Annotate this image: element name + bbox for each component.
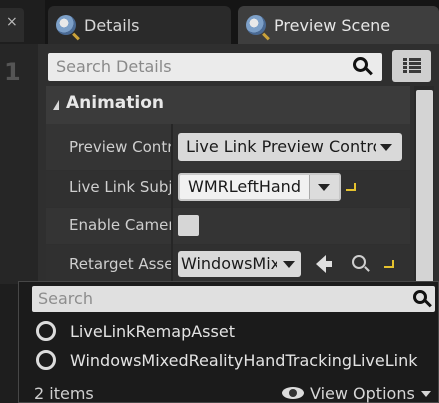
asset-list-item[interactable]: LiveLinkRemapAsset — [36, 320, 436, 342]
scrollbar-thumb[interactable] — [416, 90, 433, 286]
asset-list-item[interactable]: WindowsMixedRealityHandTrackingLiveLink — [36, 349, 436, 371]
chevron-down-icon[interactable] — [421, 391, 431, 397]
viewport-number: 1 — [4, 58, 21, 86]
search-details-placeholder: Search Details — [56, 57, 172, 76]
retarget-asset-value: WindowsMixe — [181, 254, 277, 273]
asset-item-label: WindowsMixedRealityHandTrackingLiveLink — [70, 350, 418, 370]
asset-search-placeholder: Search — [38, 289, 93, 308]
tab-details-label: Details — [84, 15, 140, 35]
details-icon — [56, 15, 76, 35]
reset-to-default-icon[interactable] — [346, 181, 358, 193]
asset-item-label: LiveLinkRemapAsset — [70, 321, 235, 341]
column-divider[interactable] — [171, 124, 173, 284]
view-options-button[interactable]: View Options — [310, 384, 415, 403]
preview-controller-dropdown[interactable]: Live Link Preview Contro — [178, 133, 402, 161]
enable-camera-checkbox[interactable] — [178, 215, 199, 236]
search-icon — [413, 290, 427, 304]
details-icon — [246, 15, 266, 35]
retarget-asset-dropdown[interactable]: WindowsMixe — [178, 251, 301, 277]
chevron-down-icon — [380, 144, 392, 151]
search-details-input[interactable]: Search Details — [48, 53, 382, 81]
tab-preview-scene[interactable]: Preview Scene — [238, 6, 439, 44]
close-icon[interactable]: × — [6, 14, 18, 30]
tab-preview-scene-label: Preview Scene — [274, 15, 391, 35]
preview-controller-value: Live Link Preview Contro — [186, 137, 376, 156]
chevron-down-icon — [318, 184, 330, 191]
eye-icon[interactable] — [282, 387, 304, 399]
chevron-down-icon — [283, 261, 295, 268]
asset-search-input[interactable]: Search — [32, 286, 435, 312]
collapse-arrow-icon — [53, 100, 59, 110]
category-header-animation[interactable]: Animation — [46, 86, 410, 124]
live-link-subject-dropdown-button[interactable] — [309, 175, 339, 199]
search-icon — [352, 255, 366, 269]
live-link-subject-combo[interactable]: WMRLeftHand — [178, 173, 341, 201]
property-label-preview-controller: Preview Contr — [69, 138, 171, 156]
use-selected-asset-icon[interactable] — [316, 255, 332, 273]
property-matrix-button[interactable] — [392, 50, 431, 82]
property-label-live-link-subject: Live Link Subj — [69, 178, 171, 196]
live-link-subject-value[interactable]: WMRLeftHand — [188, 175, 308, 199]
tab-details[interactable]: Details — [48, 6, 231, 44]
radio-icon[interactable] — [36, 350, 56, 370]
item-count: 2 items — [34, 384, 94, 403]
property-label-retarget-asset: Retarget Asset — [69, 255, 171, 273]
reset-to-default-icon[interactable] — [384, 258, 396, 270]
property-label-enable-camera: Enable Camera — [69, 216, 171, 234]
radio-icon[interactable] — [36, 321, 56, 341]
category-title: Animation — [66, 93, 165, 113]
grid-icon — [402, 58, 421, 74]
search-icon — [353, 57, 368, 72]
